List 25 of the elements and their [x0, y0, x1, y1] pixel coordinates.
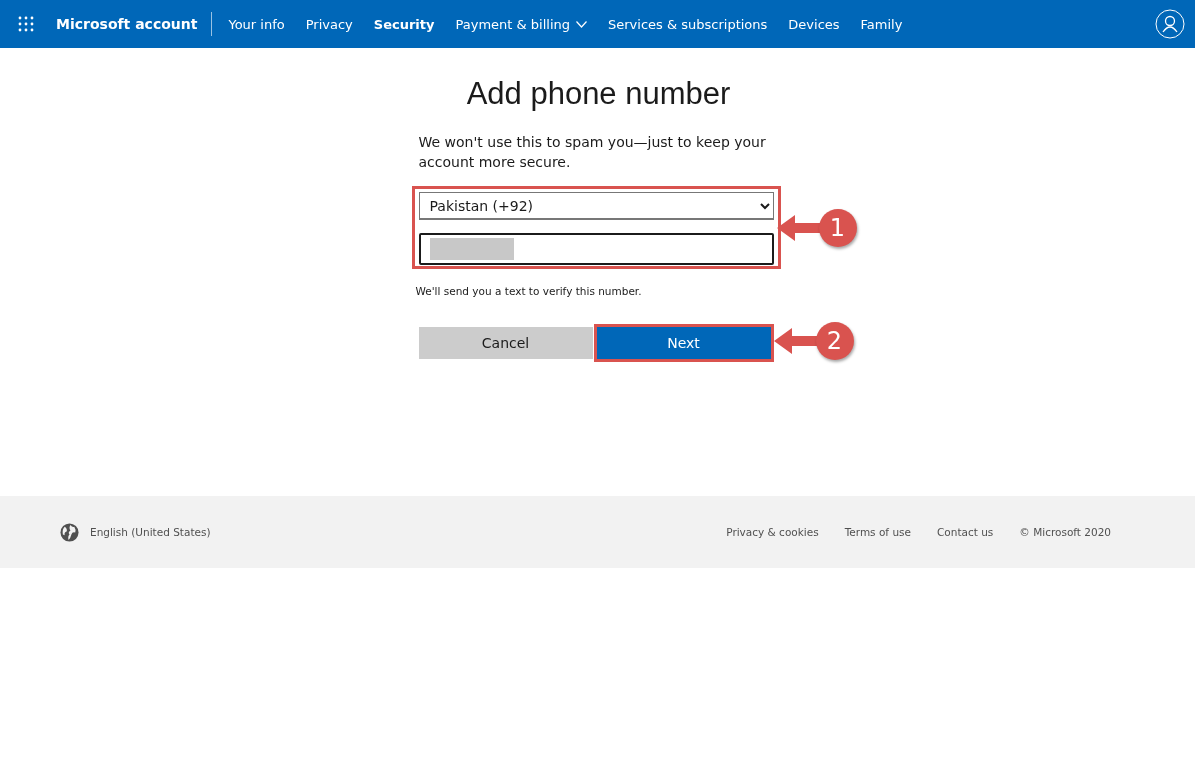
hint-text: We'll send you a text to verify this number. [415, 285, 643, 297]
chevron-down-icon [576, 20, 587, 28]
copyright-text: © Microsoft 2020 [1019, 526, 1111, 538]
profile-icon[interactable] [1155, 9, 1185, 39]
brand-name[interactable]: Microsoft account [56, 12, 213, 36]
footer-link[interactable]: Contact us [937, 526, 994, 538]
callout-number: 2 [815, 322, 854, 360]
nav-link[interactable]: Payment & billing [455, 16, 587, 32]
intro-text: We won't use this to spam you—just to keep your account more secure. [418, 133, 767, 172]
language-link[interactable]: English (United States) [90, 526, 211, 538]
nav-link[interactable]: Your info [228, 16, 285, 32]
country-dropdown[interactable]: Pakistan (+92) [418, 192, 774, 220]
nav-link[interactable]: Security [373, 16, 435, 32]
phone-number-field[interactable] [418, 233, 774, 265]
page-title: Add phone number [465, 76, 732, 112]
nav-link[interactable]: Privacy [305, 16, 353, 32]
app-launcher-icon[interactable] [18, 16, 34, 32]
footer-link[interactable]: Privacy & cookies [726, 526, 819, 538]
nav-link[interactable]: Family [860, 16, 903, 32]
callout-number: 1 [818, 209, 857, 247]
cancel-button[interactable]: Cancel [418, 327, 593, 359]
nav-link[interactable]: Devices [788, 16, 840, 32]
nav-link[interactable]: Services & subscriptions [608, 16, 768, 32]
footer-link[interactable]: Terms of use [844, 526, 911, 538]
globe-icon [60, 522, 79, 542]
